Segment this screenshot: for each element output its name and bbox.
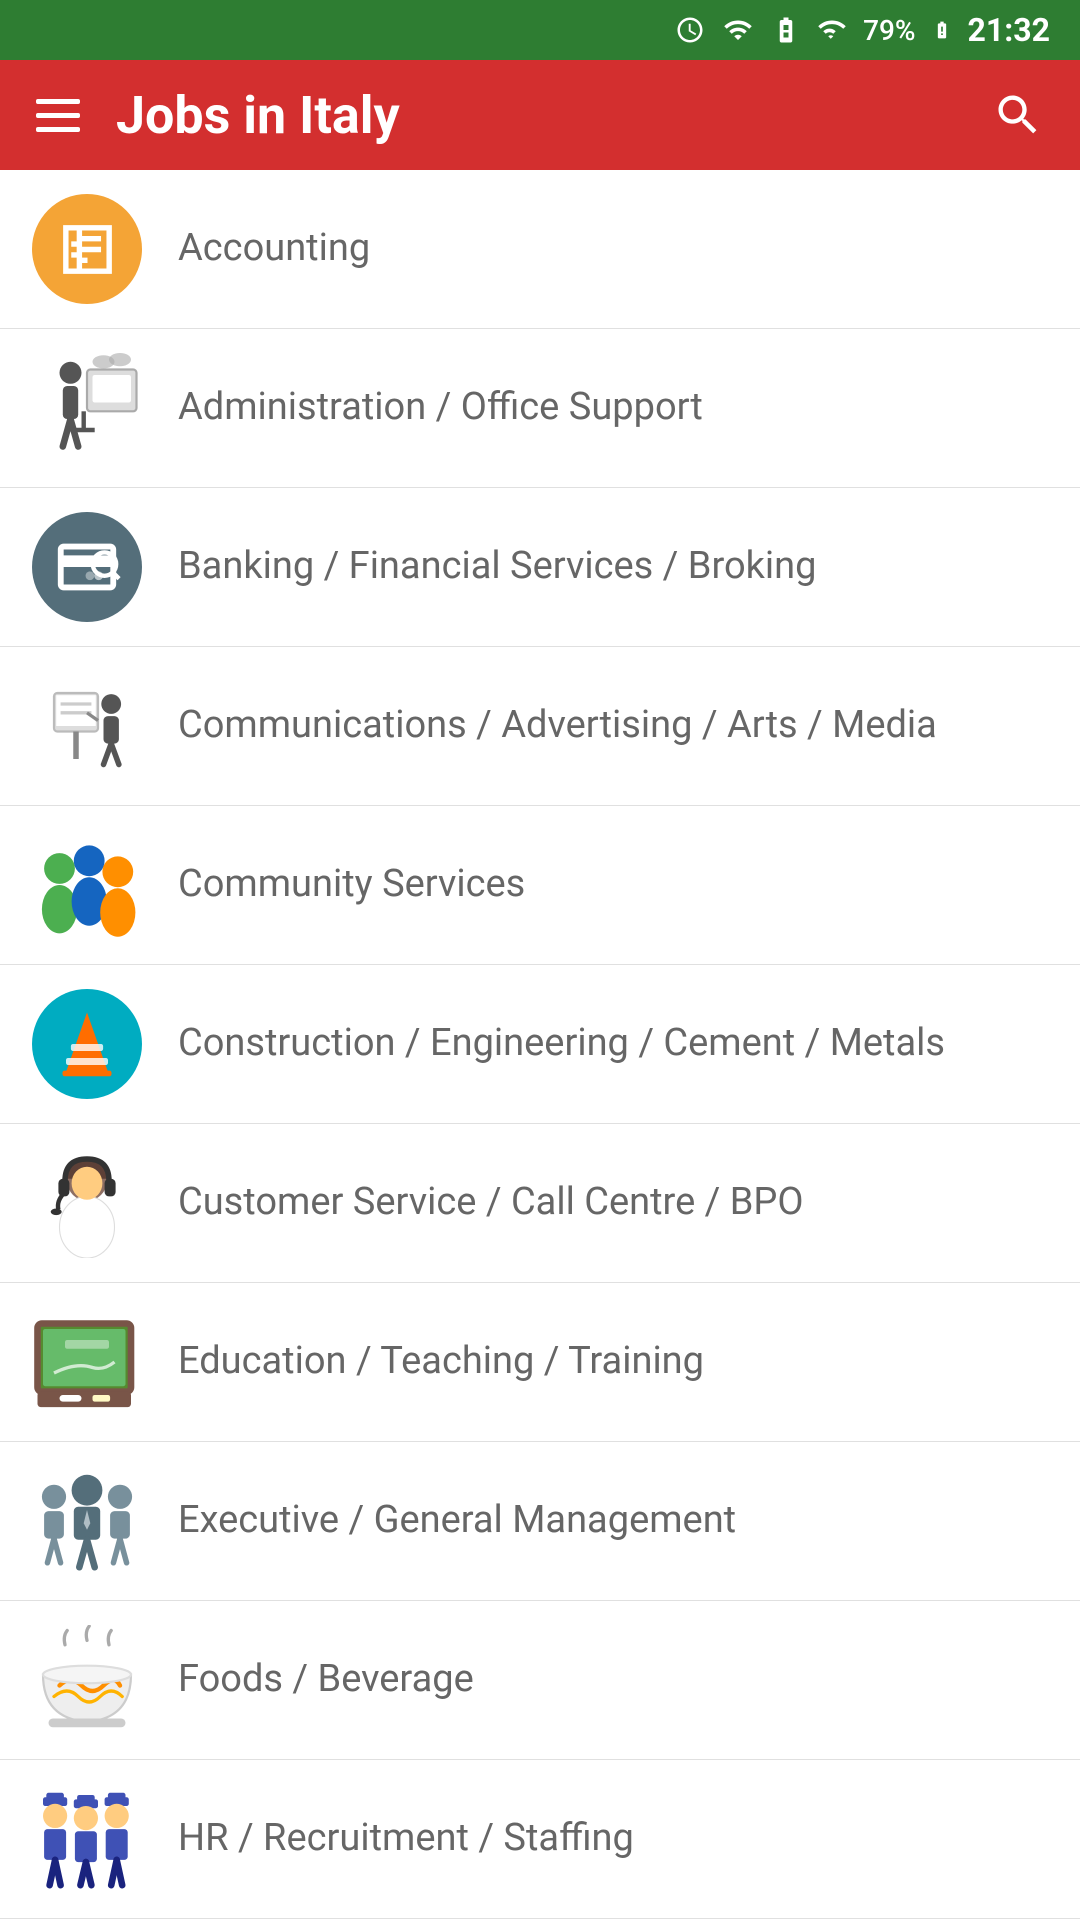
banking-icon bbox=[32, 512, 142, 622]
hr-icon bbox=[32, 1784, 142, 1894]
charging-icon bbox=[932, 15, 952, 45]
customer-service-label: Customer Service / Call Centre / BPO bbox=[178, 1178, 804, 1227]
accounting-label: Accounting bbox=[178, 224, 370, 273]
category-item-admin[interactable]: Administration / Office Support bbox=[0, 329, 1080, 488]
category-item-executive[interactable]: Executive / General Management bbox=[0, 1442, 1080, 1601]
status-bar: 79% 21:32 bbox=[0, 0, 1080, 60]
search-button[interactable] bbox=[992, 89, 1044, 141]
communications-label: Communications / Advertising / Arts / Me… bbox=[178, 701, 937, 750]
signal-icon bbox=[817, 15, 847, 45]
hr-label: HR / Recruitment / Staffing bbox=[178, 1814, 634, 1863]
executive-icon bbox=[32, 1466, 142, 1576]
education-icon bbox=[32, 1307, 142, 1417]
foods-label: Foods / Beverage bbox=[178, 1655, 474, 1704]
wifi-icon bbox=[721, 15, 755, 45]
battery-percent: 79% bbox=[863, 14, 915, 47]
search-icon bbox=[992, 89, 1044, 141]
customer-service-icon bbox=[32, 1148, 142, 1258]
category-item-foods[interactable]: Foods / Beverage bbox=[0, 1601, 1080, 1760]
community-label: Community Services bbox=[178, 860, 525, 909]
construction-icon bbox=[32, 989, 142, 1099]
admin-label: Administration / Office Support bbox=[178, 383, 703, 432]
executive-label: Executive / General Management bbox=[178, 1496, 736, 1545]
accounting-icon bbox=[32, 194, 142, 304]
category-item-education[interactable]: Education / Teaching / Training bbox=[0, 1283, 1080, 1442]
education-label: Education / Teaching / Training bbox=[178, 1337, 704, 1386]
alarm-icon bbox=[675, 15, 705, 45]
category-item-customer-service[interactable]: Customer Service / Call Centre / BPO bbox=[0, 1124, 1080, 1283]
toolbar: Jobs in Italy bbox=[0, 60, 1080, 170]
admin-icon bbox=[32, 353, 142, 463]
banking-label: Banking / Financial Services / Broking bbox=[178, 542, 816, 591]
category-list: Accounting Administration / Office Suppo… bbox=[0, 170, 1080, 1919]
category-item-community[interactable]: Community Services bbox=[0, 806, 1080, 965]
category-item-accounting[interactable]: Accounting bbox=[0, 170, 1080, 329]
category-item-communications[interactable]: Communications / Advertising / Arts / Me… bbox=[0, 647, 1080, 806]
menu-button[interactable] bbox=[36, 99, 80, 132]
page-title: Jobs in Italy bbox=[116, 85, 400, 146]
category-item-banking[interactable]: Banking / Financial Services / Broking bbox=[0, 488, 1080, 647]
battery-icon bbox=[771, 15, 801, 45]
category-item-construction[interactable]: Construction / Engineering / Cement / Me… bbox=[0, 965, 1080, 1124]
construction-label: Construction / Engineering / Cement / Me… bbox=[178, 1019, 945, 1068]
communications-icon bbox=[32, 671, 142, 781]
foods-icon bbox=[32, 1625, 142, 1735]
time-display: 21:32 bbox=[968, 11, 1050, 49]
category-item-hr[interactable]: HR / Recruitment / Staffing bbox=[0, 1760, 1080, 1919]
community-icon bbox=[32, 830, 142, 940]
